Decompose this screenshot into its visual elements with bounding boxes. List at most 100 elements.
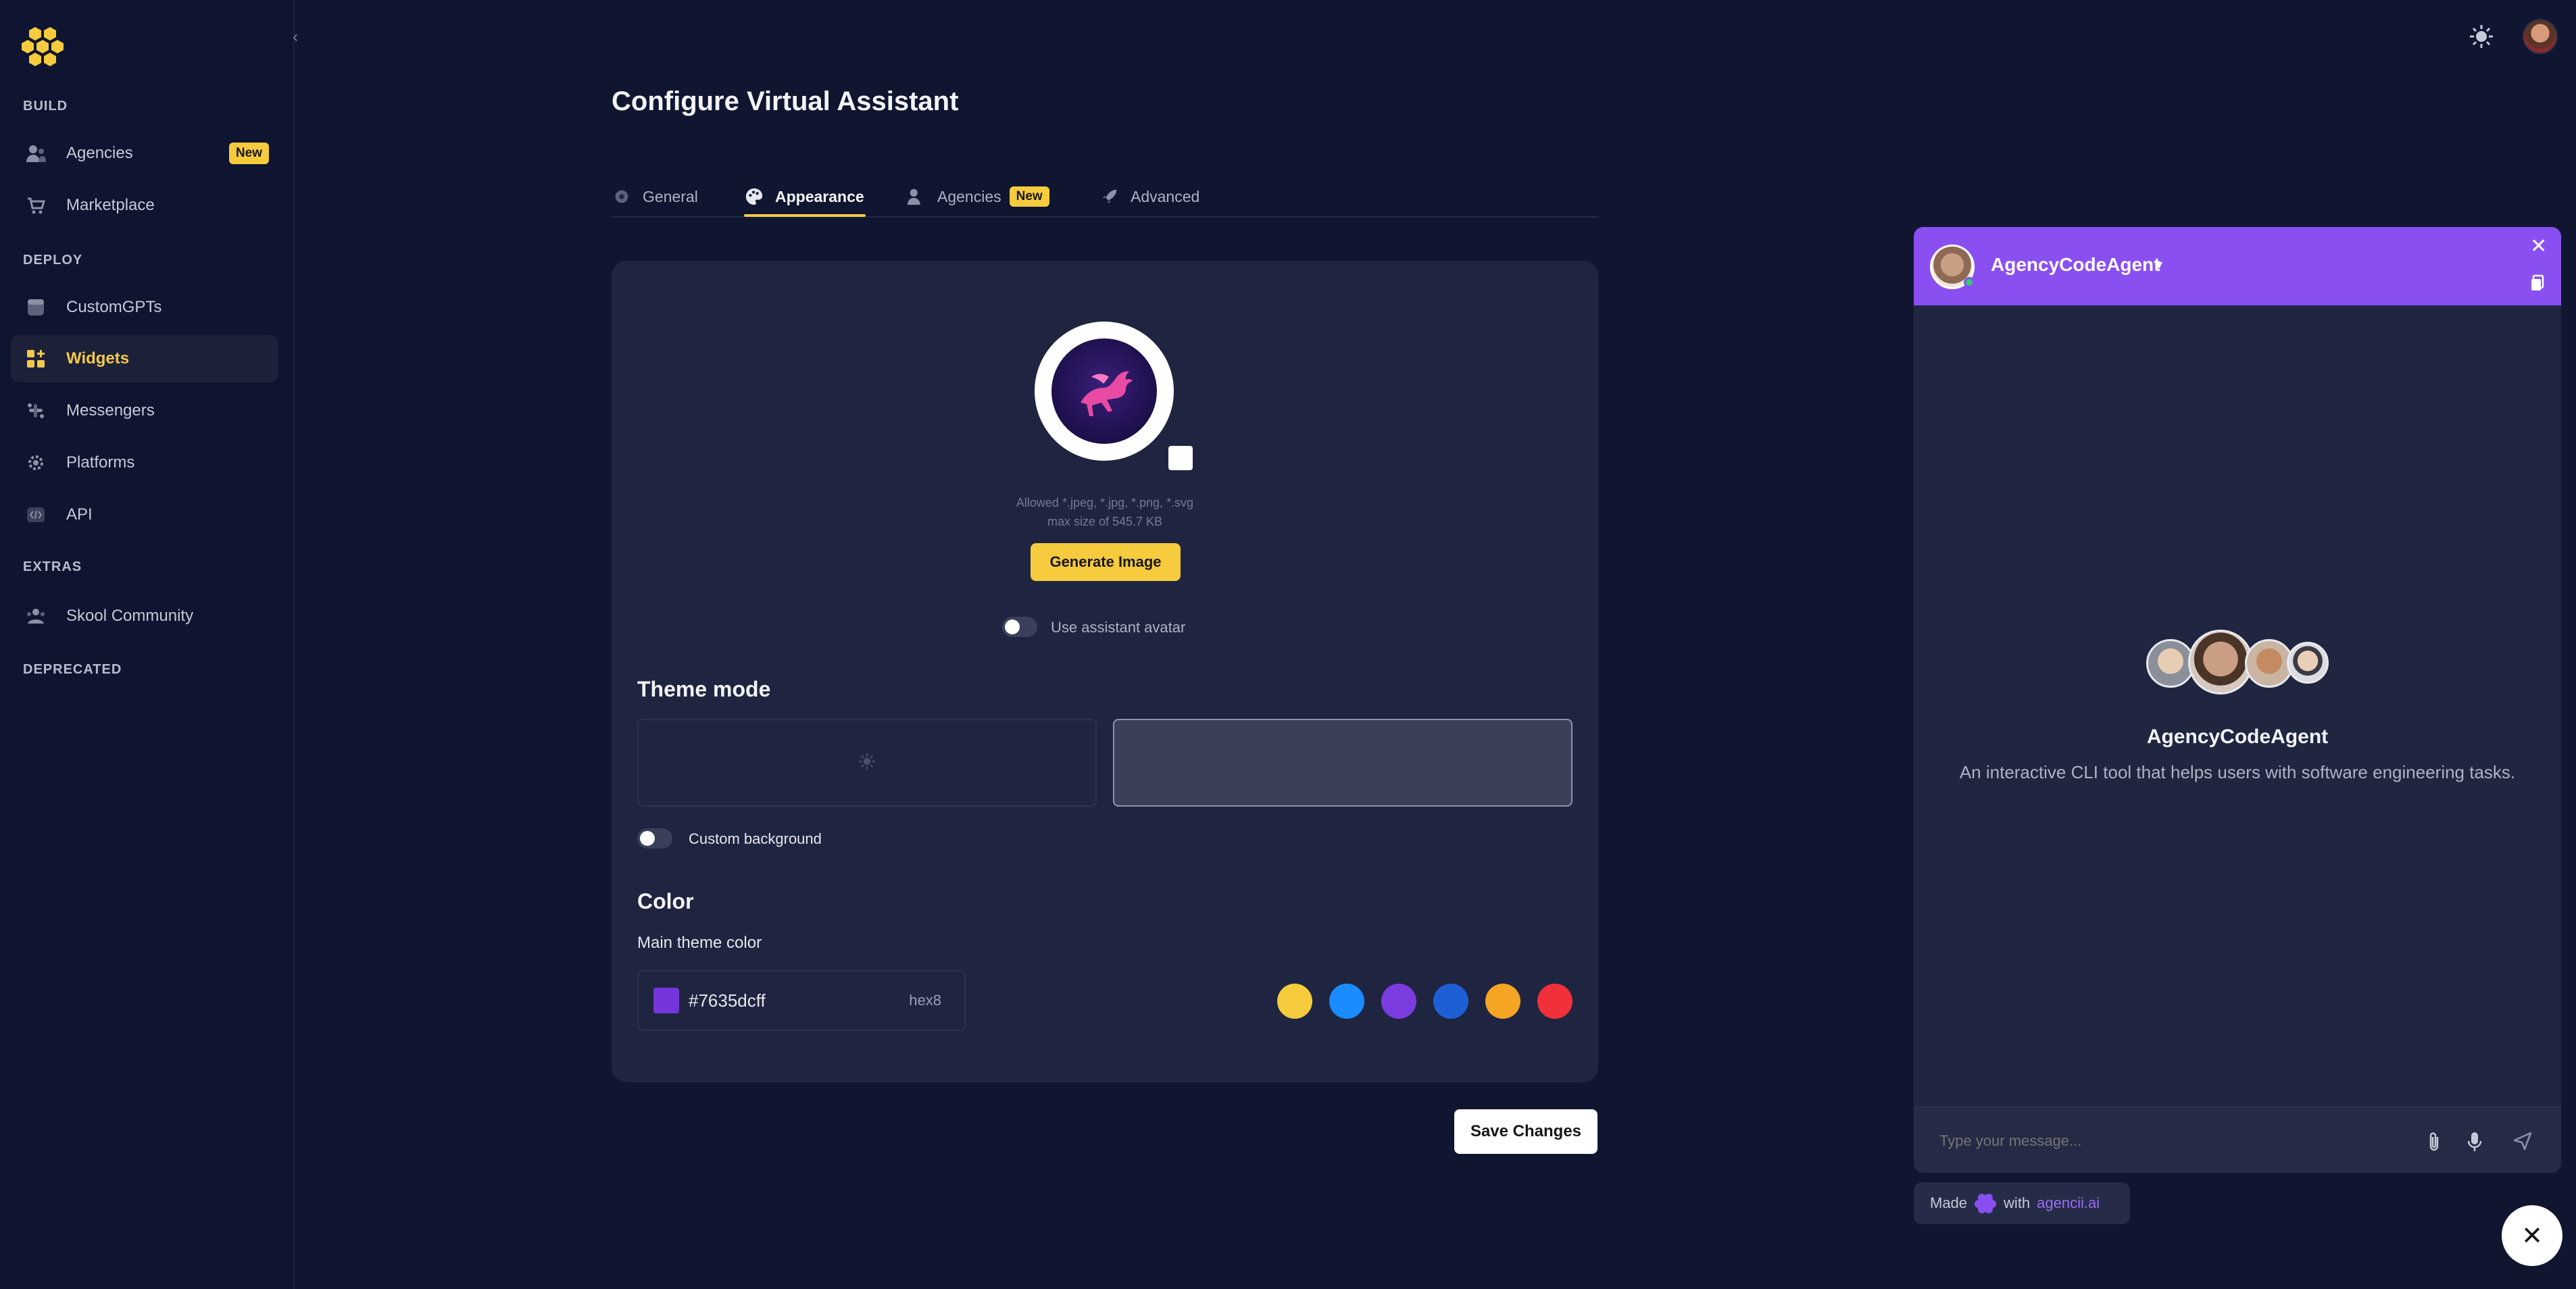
theme-color-input[interactable]: #7635dcff hex8 — [637, 970, 966, 1031]
tab-appearance[interactable]: Appearance — [744, 177, 864, 216]
widgets-icon — [24, 347, 47, 370]
theme-dark-option[interactable] — [1113, 719, 1572, 807]
main-theme-color-label: Main theme color — [637, 934, 762, 952]
generate-image-button[interactable]: Generate Image — [1031, 543, 1181, 581]
sidebar-item-label: Messengers — [66, 401, 155, 420]
made-text: Made — [1930, 1194, 1968, 1211]
sidebar-item-messengers[interactable]: Messengers — [11, 387, 278, 434]
tab-label: Agencies — [937, 187, 1001, 205]
upload-hint-size: max size of 545.7 KB — [1047, 515, 1163, 528]
active-tab-indicator — [744, 214, 866, 217]
sidebar-item-marketplace[interactable]: Marketplace — [11, 182, 278, 229]
online-status-dot — [1964, 277, 1975, 288]
chat-input-bar — [1914, 1107, 2561, 1173]
users-icon — [906, 186, 926, 207]
tab-advanced[interactable]: Advanced — [1099, 177, 1199, 216]
swatch-blue[interactable] — [1329, 984, 1364, 1019]
swatch-orange[interactable] — [1485, 984, 1520, 1019]
custom-background-label: Custom background — [689, 830, 822, 847]
made-with-badge[interactable]: Made with agencii.ai — [1914, 1182, 2130, 1224]
sidebar-item-api[interactable]: API — [11, 491, 278, 538]
theme-mode-heading: Theme mode — [637, 677, 771, 701]
code-icon — [24, 503, 47, 526]
sidebar-item-customgpts[interactable]: CustomGPTs — [11, 284, 278, 331]
section-extras: EXTRAS — [23, 559, 82, 574]
community-icon — [24, 605, 47, 628]
agent-avatar-4 — [2287, 642, 2329, 684]
section-deprecated: DEPRECATED — [23, 662, 122, 677]
sidebar-item-label: Marketplace — [66, 196, 155, 214]
color-heading: Color — [637, 889, 694, 913]
microphone-icon[interactable] — [2467, 1131, 2487, 1153]
sidebar-item-widgets[interactable]: Widgets — [11, 335, 278, 382]
gear-icon — [612, 186, 632, 207]
sidebar-item-label: Widgets — [66, 349, 130, 368]
cart-icon — [24, 194, 47, 217]
tab-label: Appearance — [775, 187, 864, 205]
sidebar-item-agencies[interactable]: Agencies New — [11, 130, 278, 177]
collapse-sidebar-chevron-icon[interactable]: ‹ — [288, 27, 303, 47]
swatch-purple[interactable] — [1381, 984, 1416, 1019]
use-assistant-avatar-label: Use assistant avatar — [1051, 619, 1186, 636]
use-assistant-avatar-toggle[interactable] — [1002, 617, 1037, 637]
attachment-icon[interactable] — [2426, 1131, 2446, 1153]
theme-toggle-sun-icon[interactable] — [2468, 23, 2495, 50]
user-avatar[interactable] — [2523, 19, 2558, 54]
tab-agencies[interactable]: Agencies New — [906, 177, 1049, 216]
avatar-edit-checkbox[interactable] — [1167, 445, 1194, 472]
swatch-royal-blue[interactable] — [1433, 984, 1468, 1019]
sidebar-item-platforms[interactable]: Platforms — [11, 439, 278, 486]
agent-dropdown-caret-icon[interactable]: ▼ — [2153, 258, 2165, 272]
slack-icon — [24, 399, 47, 422]
color-preview-swatch[interactable] — [653, 988, 679, 1013]
new-badge: New — [1009, 186, 1049, 207]
tab-label: General — [643, 187, 698, 205]
agencii-logo-icon — [1974, 1192, 1997, 1215]
horse-logo-icon — [1051, 338, 1157, 444]
sidebar-item-label: Platforms — [66, 453, 135, 472]
theme-light-option[interactable] — [637, 719, 1097, 807]
agent-avatars-group — [2146, 630, 2335, 697]
palette-icon — [744, 186, 764, 207]
chat-header: AgencyCodeAgent ▼ ✕ — [1914, 227, 2561, 305]
tab-label: Advanced — [1131, 187, 1200, 205]
sidebar-item-label: API — [66, 505, 93, 524]
upload-hint-formats: Allowed *.jpeg, *.jpg, *.png, *.svg — [1016, 496, 1194, 509]
database-icon — [24, 296, 47, 319]
swatch-yellow[interactable] — [1277, 984, 1312, 1019]
appearance-card: Allowed *.jpeg, *.jpg, *.png, *.svg max … — [612, 261, 1598, 1082]
honeycomb-logo-icon[interactable] — [20, 26, 65, 68]
users-icon — [24, 142, 47, 165]
color-format-label[interactable]: hex8 — [909, 992, 941, 1009]
custom-background-toggle[interactable] — [637, 828, 672, 849]
chat-agent-name[interactable]: AgencyCodeAgent — [1991, 254, 2160, 276]
chat-agent-description: An interactive CLI tool that helps users… — [1959, 762, 2516, 782]
sidebar-item-label: Agencies — [66, 144, 133, 162]
new-badge: New — [228, 143, 269, 164]
sidebar-item-skool-community[interactable]: Skool Community — [11, 592, 278, 640]
save-changes-button[interactable]: Save Changes — [1454, 1109, 1597, 1154]
agencii-link[interactable]: agencii.ai — [2037, 1194, 2100, 1212]
swatch-red[interactable] — [1537, 984, 1572, 1019]
assistant-avatar-upload[interactable] — [1035, 322, 1174, 461]
section-deploy: DEPLOY — [23, 253, 83, 268]
gear-icon — [24, 451, 47, 474]
close-chat-fab-button[interactable]: ✕ — [2502, 1205, 2562, 1266]
with-text: with — [2004, 1194, 2031, 1211]
copy-icon[interactable] — [2530, 274, 2546, 293]
sidebar-item-label: Skool Community — [66, 607, 194, 625]
rocket-icon — [1099, 186, 1120, 207]
sidebar-item-label: CustomGPTs — [66, 298, 162, 316]
chat-message-input[interactable] — [1939, 1132, 2385, 1150]
sun-icon — [857, 751, 877, 775]
sidebar: ‹ BUILD Agencies New Marketplace DEPLOY … — [0, 0, 298, 1289]
close-icon[interactable]: ✕ — [2530, 236, 2547, 257]
agent-avatar-2 — [2188, 630, 2253, 694]
color-value: #7635dcff — [689, 990, 766, 1011]
page-title: Configure Virtual Assistant — [612, 86, 959, 116]
chat-welcome-agent-name: AgencyCodeAgent — [2146, 726, 2329, 748]
chat-widget-preview: AgencyCodeAgent ▼ ✕ AgencyCodeAgent An i… — [1914, 227, 2561, 1173]
send-icon[interactable] — [2512, 1131, 2533, 1153]
section-build: BUILD — [23, 99, 68, 113]
tab-general[interactable]: General — [612, 177, 698, 216]
